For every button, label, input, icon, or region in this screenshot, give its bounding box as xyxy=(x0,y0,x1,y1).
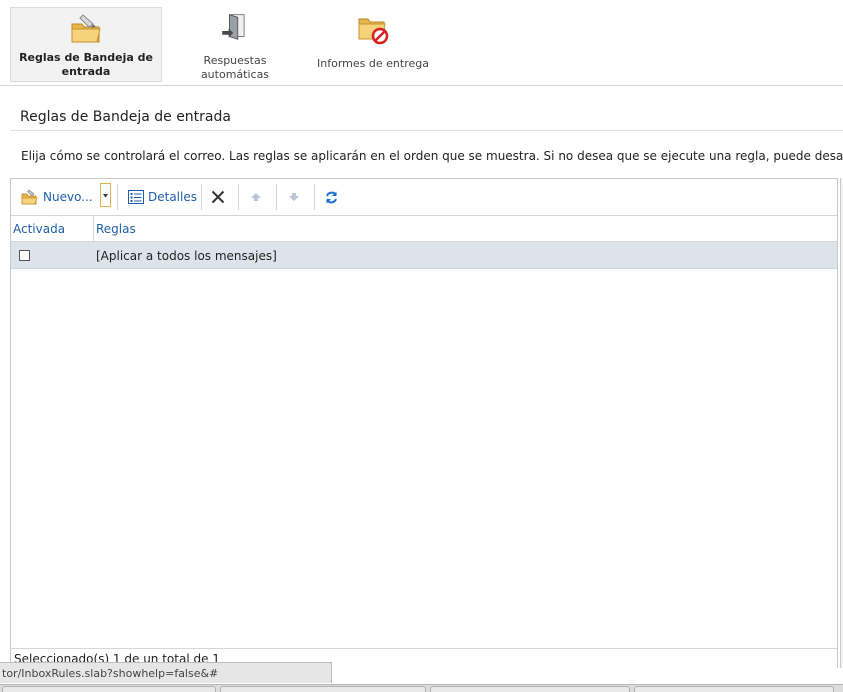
toolbar-separator xyxy=(201,184,202,210)
move-down-button[interactable] xyxy=(287,179,301,215)
arrow-up-icon xyxy=(251,193,261,201)
details-list-icon xyxy=(128,190,144,204)
toolbar-separator xyxy=(314,184,315,210)
refresh-button[interactable] xyxy=(324,179,339,215)
page-description: Elija cómo se controlará el correo. Las … xyxy=(21,149,843,163)
toolbar-separator xyxy=(117,184,118,210)
tab-auto-replies-label: Respuestas automáticas xyxy=(200,54,270,81)
bottom-tab-strip xyxy=(0,684,843,692)
column-divider xyxy=(93,216,94,242)
rule-name: [Aplicar a todos los mensajes] xyxy=(96,249,277,263)
toolbar-separator xyxy=(276,184,277,210)
ribbon: Reglas de Bandeja de entrada Respuestas … xyxy=(0,0,843,86)
browser-status-bar: tor/InboxRules.slab?showhelp=false&# xyxy=(0,662,332,683)
new-folder-icon xyxy=(21,189,38,205)
bottom-tab[interactable] xyxy=(430,686,630,692)
delete-x-icon xyxy=(211,190,225,204)
bottom-tab[interactable] xyxy=(2,686,216,692)
details-button[interactable]: Detalles xyxy=(128,179,197,215)
tab-auto-replies[interactable]: Respuestas automáticas xyxy=(168,7,302,82)
new-rule-dropdown[interactable] xyxy=(100,183,111,207)
column-header-enabled[interactable]: Activada xyxy=(13,222,65,236)
table-row[interactable]: [Aplicar a todos los mensajes] xyxy=(11,242,837,269)
inbox-rules-folder-icon xyxy=(71,14,101,43)
move-up-button[interactable] xyxy=(249,179,263,215)
chevron-down-icon xyxy=(103,194,108,198)
grid-header: Activada Reglas xyxy=(11,216,837,242)
details-label: Detalles xyxy=(148,190,197,204)
tab-inbox-rules-label: Reglas de Bandeja de entrada xyxy=(19,51,153,78)
page-title: Reglas de Bandeja de entrada xyxy=(20,109,231,125)
delete-button[interactable] xyxy=(211,179,225,215)
description-row: Elija cómo se controlará el correo. Las … xyxy=(10,130,843,176)
auto-reply-door-icon xyxy=(222,14,245,40)
tab-delivery-reports-label: Informes de entrega xyxy=(317,57,429,70)
refresh-icon xyxy=(326,191,337,203)
new-rule-label: Nuevo... xyxy=(43,190,93,204)
tab-inbox-rules[interactable]: Reglas de Bandeja de entrada xyxy=(10,7,162,82)
app-window: Reglas de Bandeja de entrada Respuestas … xyxy=(0,0,843,692)
new-rule-button[interactable]: Nuevo... xyxy=(21,179,93,215)
delivery-report-folder-icon xyxy=(358,18,389,45)
rule-enabled-checkbox[interactable] xyxy=(19,250,30,261)
bottom-tab[interactable] xyxy=(220,686,426,692)
rules-panel: Nuevo... Detalles Activada Reglas [Aplic… xyxy=(10,178,838,668)
column-header-rules[interactable]: Reglas xyxy=(96,222,136,236)
rules-toolbar: Nuevo... Detalles xyxy=(11,179,837,216)
arrow-down-icon xyxy=(289,193,299,201)
bottom-tab[interactable] xyxy=(634,686,834,692)
status-url: tor/InboxRules.slab?showhelp=false&# xyxy=(2,667,219,680)
tab-delivery-reports[interactable]: Informes de entrega xyxy=(312,7,434,82)
toolbar-separator xyxy=(238,184,239,210)
